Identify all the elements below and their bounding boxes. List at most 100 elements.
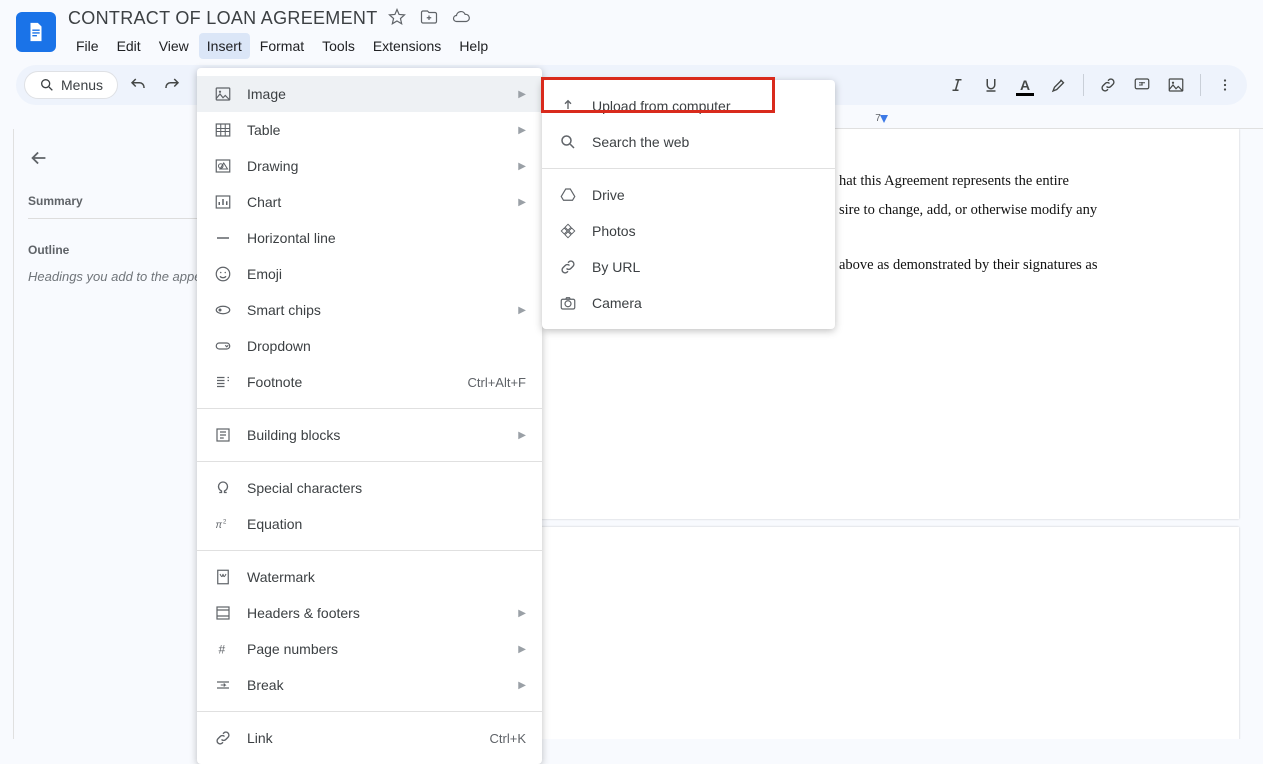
submenu-arrow-icon: ▶ <box>518 608 526 619</box>
submenu-arrow-icon: ▶ <box>518 161 526 172</box>
omega-icon <box>213 479 233 497</box>
insert-headers-footers[interactable]: Headers & footers ▶ <box>197 595 542 631</box>
link-icon <box>213 729 233 747</box>
image-camera[interactable]: Camera <box>542 285 835 321</box>
menu-item-label: Image <box>247 86 504 102</box>
menubar: FileEditViewInsertFormatToolsExtensionsH… <box>68 33 1247 59</box>
menu-item-label: Headers & footers <box>247 605 504 621</box>
insert-equation[interactable]: Equation <box>197 506 542 542</box>
submenu-arrow-icon: ▶ <box>518 305 526 316</box>
insert-image[interactable]: Image ▶ <box>197 76 542 112</box>
menu-item-label: Watermark <box>247 569 526 585</box>
submenu-arrow-icon: ▶ <box>518 430 526 441</box>
menu-item-label: Dropdown <box>247 338 526 354</box>
document-title[interactable]: CONTRACT OF LOAN AGREEMENT <box>68 8 378 29</box>
text-color-button[interactable]: A <box>1011 71 1039 99</box>
image-icon <box>213 85 233 103</box>
break-icon <box>213 676 233 694</box>
menus-search[interactable]: Menus <box>24 71 118 99</box>
redo-button[interactable] <box>158 71 186 99</box>
image-drive[interactable]: Drive <box>542 177 835 213</box>
menu-view[interactable]: View <box>151 33 197 59</box>
insert-building-blocks[interactable]: Building blocks ▶ <box>197 417 542 453</box>
insert-table[interactable]: Table▶ <box>197 112 542 148</box>
vertical-ruler[interactable] <box>0 129 14 739</box>
menu-help[interactable]: Help <box>451 33 496 59</box>
insert-page-numbers[interactable]: Page numbers▶ <box>197 631 542 667</box>
comment-button[interactable] <box>1128 71 1156 99</box>
photos-icon <box>558 222 578 240</box>
watermark-icon <box>213 568 233 586</box>
underline-button[interactable] <box>977 71 1005 99</box>
menu-item-label: Building blocks <box>247 427 504 443</box>
menu-insert[interactable]: Insert <box>199 33 250 59</box>
insert-watermark[interactable]: Watermark <box>197 559 542 595</box>
insert-chart[interactable]: Chart▶ <box>197 184 542 220</box>
insert-drawing[interactable]: Drawing ▶ <box>197 148 542 184</box>
insert-link[interactable]: LinkCtrl+K <box>197 720 542 756</box>
equation-icon <box>213 515 233 533</box>
menu-item-label: Camera <box>592 295 819 311</box>
menu-format[interactable]: Format <box>252 33 312 59</box>
image-search-the-web[interactable]: Search the web <box>542 124 835 160</box>
link-button[interactable] <box>1094 71 1122 99</box>
insert-image-button[interactable] <box>1162 71 1190 99</box>
insert-special-characters[interactable]: Special characters <box>197 470 542 506</box>
submenu-arrow-icon: ▶ <box>518 197 526 208</box>
menu-extensions[interactable]: Extensions <box>365 33 449 59</box>
menu-item-label: Page numbers <box>247 641 504 657</box>
insert-break[interactable]: Break ▶ <box>197 667 542 703</box>
insert-emoji[interactable]: Emoji <box>197 256 542 292</box>
insert-menu: Image▶Table▶Drawing▶Chart▶Horizontal lin… <box>197 68 542 764</box>
menu-item-label: Special characters <box>247 480 526 496</box>
search-icon <box>558 133 578 151</box>
menu-item-label: Smart chips <box>247 302 504 318</box>
image-upload-from-computer[interactable]: Upload from computer <box>542 88 835 124</box>
app-header: CONTRACT OF LOAN AGREEMENT FileEditViewI… <box>0 0 1263 59</box>
menu-tools[interactable]: Tools <box>314 33 363 59</box>
menu-item-label: Break <box>247 677 504 693</box>
menu-file[interactable]: File <box>68 33 107 59</box>
menu-item-label: Footnote <box>247 374 453 390</box>
highlight-button[interactable] <box>1045 71 1073 99</box>
text-line: sire to change, add, or otherwise modify… <box>839 196 1179 225</box>
star-icon[interactable] <box>388 8 406 29</box>
hr-icon <box>213 229 233 247</box>
smartchips-icon <box>213 301 233 319</box>
insert-footnote[interactable]: FootnoteCtrl+Alt+F <box>197 364 542 400</box>
drive-icon <box>558 186 578 204</box>
menu-item-label: Equation <box>247 516 526 532</box>
camera-icon <box>558 294 578 312</box>
menu-item-label: Drawing <box>247 158 504 174</box>
upload-icon <box>558 97 578 115</box>
text-line: above as demonstrated by their signature… <box>839 251 1179 280</box>
insert-horizontal-line[interactable]: Horizontal line <box>197 220 542 256</box>
headers-icon <box>213 604 233 622</box>
menu-item-label: Photos <box>592 223 819 239</box>
menu-item-label: Horizontal line <box>247 230 526 246</box>
menu-item-label: By URL <box>592 259 819 275</box>
folder-move-icon[interactable] <box>420 8 438 29</box>
menu-item-label: Table <box>247 122 504 138</box>
submenu-arrow-icon: ▶ <box>518 680 526 691</box>
table-icon <box>213 121 233 139</box>
image-by-url[interactable]: By URL <box>542 249 835 285</box>
submenu-arrow-icon: ▶ <box>518 89 526 100</box>
docs-logo-icon[interactable] <box>16 12 56 52</box>
menu-item-label: Link <box>247 730 476 746</box>
menu-item-label: Emoji <box>247 266 526 282</box>
menu-item-label: Upload from computer <box>592 98 819 114</box>
italic-button[interactable] <box>943 71 971 99</box>
image-photos[interactable]: Photos <box>542 213 835 249</box>
more-button[interactable] <box>1211 71 1239 99</box>
menu-edit[interactable]: Edit <box>109 33 149 59</box>
undo-button[interactable] <box>124 71 152 99</box>
menu-item-label: Search the web <box>592 134 819 150</box>
insert-dropdown[interactable]: Dropdown <box>197 328 542 364</box>
blocks-icon <box>213 426 233 444</box>
emoji-icon <box>213 265 233 283</box>
footnote-icon <box>213 373 233 391</box>
insert-smart-chips[interactable]: Smart chips ▶ <box>197 292 542 328</box>
text-line: hat this Agreement represents the entire <box>839 167 1179 196</box>
cloud-status-icon[interactable] <box>452 8 470 29</box>
